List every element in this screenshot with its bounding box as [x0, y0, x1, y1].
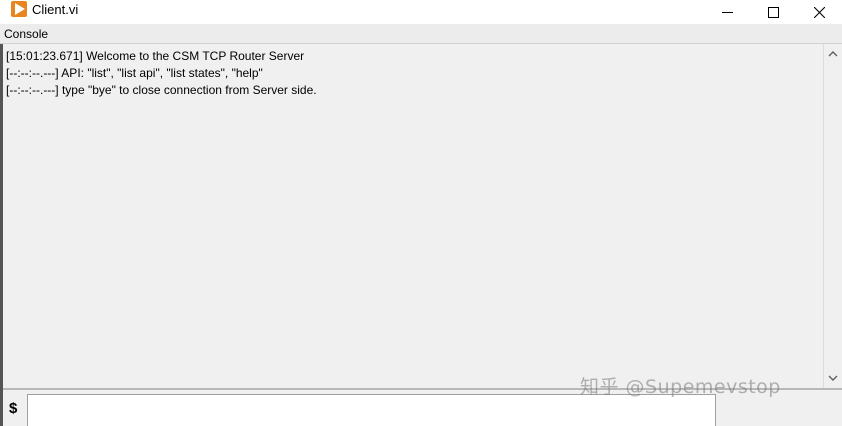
minimize-button[interactable] [704, 0, 750, 24]
close-icon [813, 6, 825, 18]
console-scrollbar[interactable] [823, 44, 842, 388]
window-title: Client.vi [32, 2, 79, 17]
maximize-button[interactable] [750, 0, 796, 24]
watermark: 知乎 @Supemevstop [580, 376, 781, 398]
console-line: [15:01:23.671] Welcome to the CSM TCP Ro… [6, 49, 305, 63]
console-line: [--:--:--.---] API: "list", "list api", … [6, 66, 263, 80]
console-label: Console [4, 27, 49, 41]
maximize-icon [767, 6, 779, 18]
labview-play-icon[interactable] [11, 1, 27, 17]
prompt-symbol: $ [9, 400, 18, 417]
title-bar: Client.vi [0, 0, 842, 24]
console-label-bar: Console [0, 24, 842, 44]
scroll-up-icon[interactable] [828, 50, 838, 58]
console-output[interactable]: [15:01:23.671] Welcome to the CSM TCP Ro… [3, 44, 823, 388]
minimize-icon [721, 11, 733, 13]
scroll-down-icon[interactable] [828, 374, 838, 382]
console-line: [--:--:--.---] type "bye" to close conne… [6, 83, 317, 97]
close-button[interactable] [796, 0, 842, 24]
